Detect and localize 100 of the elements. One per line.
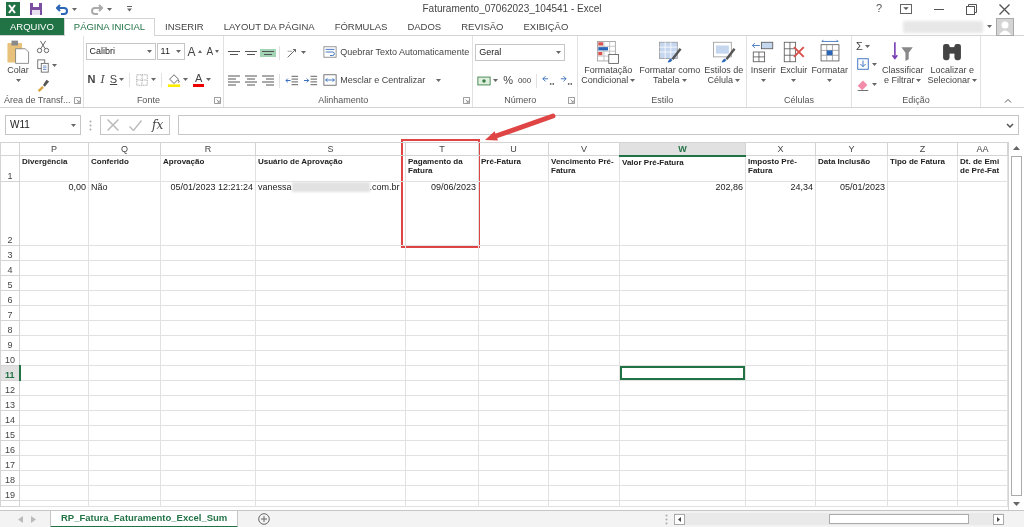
align-left-button[interactable] xyxy=(226,73,243,89)
merge-center-button[interactable]: Mesclar e Centralizar xyxy=(322,71,443,89)
right-arrow-dots-icon xyxy=(560,75,574,86)
vertical-scrollbar[interactable] xyxy=(1008,142,1024,510)
scissors-icon xyxy=(36,40,50,55)
align-right-button[interactable] xyxy=(260,73,277,89)
cancel-button[interactable] xyxy=(107,119,119,131)
restore-icon xyxy=(966,3,977,15)
middle-align-button[interactable] xyxy=(243,48,260,57)
column-header[interactable]: X xyxy=(745,142,816,156)
sheet-tab[interactable]: RP_Fatura_Faturamento_Excel_Sum xyxy=(50,510,239,527)
format-table-button[interactable]: Formatar como Tabela xyxy=(638,38,702,94)
copy-button[interactable] xyxy=(34,57,59,75)
table-cell: 0,00 xyxy=(19,181,89,246)
dialog-launcher-button[interactable] xyxy=(463,97,471,104)
find-select-button[interactable]: Localizar e Selecionar xyxy=(926,38,978,94)
bottom-align-button[interactable] xyxy=(260,48,277,57)
column-header[interactable]: Y xyxy=(815,142,888,156)
column-header[interactable]: AA xyxy=(957,142,1008,156)
undo-arrow-icon xyxy=(56,3,68,15)
indent-left-arrow-icon xyxy=(285,75,300,87)
table-bars-icon xyxy=(595,39,622,65)
column-header[interactable]: P xyxy=(19,142,89,156)
table-brush-icon xyxy=(656,39,683,65)
enter-button[interactable] xyxy=(129,119,142,131)
sort-filter-button[interactable]: Classificar e Filtrar xyxy=(880,38,925,94)
file-tab[interactable]: ARQUIVO xyxy=(0,18,64,35)
number-format-dropdown[interactable]: Geral xyxy=(475,44,566,61)
font-name-dropdown[interactable]: Calibri xyxy=(85,43,156,61)
formula-field[interactable] xyxy=(178,115,1019,135)
font-size-dropdown[interactable]: 11 xyxy=(156,43,185,61)
group-label: Fonte xyxy=(135,95,161,106)
top-align-button[interactable] xyxy=(226,48,243,57)
paint-bucket-icon xyxy=(167,72,182,87)
align-center-button[interactable] xyxy=(243,73,260,89)
bold-button[interactable]: N xyxy=(85,72,98,88)
middle-lines-icon xyxy=(245,50,258,55)
align-right-icon xyxy=(262,75,275,87)
paste-button[interactable]: Colar xyxy=(4,38,32,94)
ribbon-tab[interactable]: PÁGINA INICIAL xyxy=(63,18,156,36)
row-header[interactable]: 2 xyxy=(0,181,20,246)
caret-icon xyxy=(175,50,181,54)
table-cell: Dt. de Emi de Pré-Fat xyxy=(957,155,1008,182)
indent-right-arrow-icon xyxy=(304,75,319,87)
align-center-icon xyxy=(245,75,258,87)
ribbon-display-icon xyxy=(900,4,912,14)
caret-icon xyxy=(72,7,77,11)
selected-cell[interactable] xyxy=(619,365,746,381)
thousands-button[interactable]: 000 xyxy=(515,74,534,87)
table-cell-text: vanessa xyxy=(258,182,292,193)
table-cell: 24,34 xyxy=(745,181,816,246)
delete-button[interactable]: Excluir xyxy=(779,38,809,94)
column-header[interactable]: V xyxy=(548,142,620,156)
column-header[interactable]: S xyxy=(255,142,406,156)
grow-font-button[interactable]: A xyxy=(185,43,204,60)
help-button[interactable]: ? xyxy=(871,2,886,16)
horizontal-scrollbar[interactable] xyxy=(674,513,1004,525)
group-label: Número xyxy=(503,95,538,106)
right-triangle-icon xyxy=(31,515,36,523)
insert-button[interactable]: Inserir xyxy=(749,38,778,94)
clipboard-icon xyxy=(5,39,31,65)
underline-button[interactable]: S xyxy=(107,72,127,88)
table-cell: Valor Pré-Fatura xyxy=(619,155,746,182)
table-cell: Conferido xyxy=(88,155,161,182)
percent-button[interactable]: % xyxy=(501,73,515,88)
table-cell: Pagamento da Fatura xyxy=(405,155,479,182)
shrink-font-button[interactable]: A xyxy=(204,44,222,59)
table-cell: 202,86 xyxy=(619,181,746,246)
italic-button[interactable]: I xyxy=(98,72,107,88)
plus-circle-icon xyxy=(258,513,271,525)
column-header[interactable]: U xyxy=(478,142,549,156)
spreadsheet-logo-icon xyxy=(6,2,20,16)
expand-chevron-icon xyxy=(1006,122,1014,128)
column-header[interactable]: R xyxy=(160,142,256,156)
insert-function-button[interactable]: fx xyxy=(152,117,164,133)
font-color-button[interactable]: A xyxy=(191,70,214,89)
table-cell: 05/01/2023 xyxy=(815,181,888,246)
dialog-launcher-button[interactable] xyxy=(214,97,222,104)
row-header[interactable]: 1 xyxy=(0,155,20,182)
caret-icon xyxy=(556,51,562,54)
table-cell: Não xyxy=(88,181,161,246)
column-header[interactable]: Z xyxy=(887,142,958,156)
currency-button[interactable] xyxy=(475,73,501,88)
down-caret-icon xyxy=(215,50,220,54)
brush-icon xyxy=(36,77,50,92)
conditional-format-button[interactable]: Formatação Condicional xyxy=(580,38,637,94)
dialog-launcher-button[interactable] xyxy=(73,97,81,104)
autosum-button[interactable]: Σ xyxy=(853,38,872,54)
dialog-launcher-button[interactable] xyxy=(568,97,576,104)
table-cell: Usuário de Aprovação xyxy=(255,155,406,182)
table-cell: Data Inclusão xyxy=(815,155,888,182)
wrap-text-icon xyxy=(323,45,338,59)
up-caret-icon xyxy=(197,50,202,54)
column-header[interactable]: W xyxy=(619,142,746,156)
wrap-text-button[interactable]: Quebrar Texto Automaticamente xyxy=(322,43,471,61)
format-button[interactable]: Formatar xyxy=(810,38,849,94)
column-header[interactable]: T xyxy=(405,142,479,156)
name-box[interactable]: W11 xyxy=(5,115,81,135)
cell-styles-button[interactable]: Estilos de Célula xyxy=(703,38,745,94)
column-header[interactable]: Q xyxy=(88,142,161,156)
